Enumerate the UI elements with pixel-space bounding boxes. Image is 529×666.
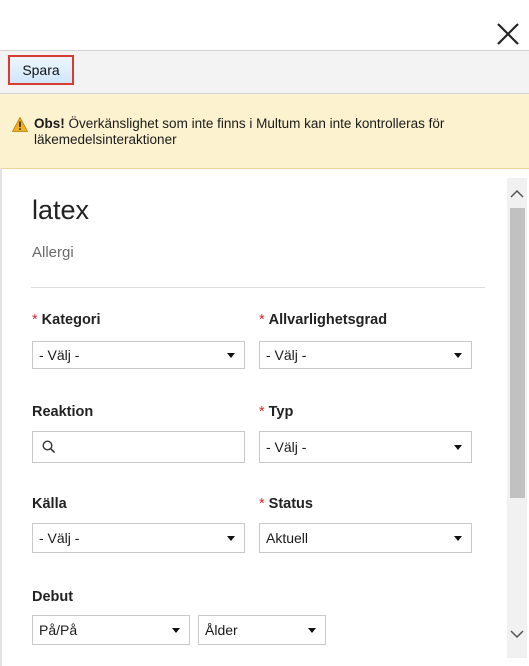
kalla-select[interactable]: - Välj - [32, 523, 245, 553]
required-marker: * [259, 496, 265, 512]
kategori-label-text: Kategori [41, 312, 101, 328]
page-title: latex [32, 195, 90, 225]
typ-label: * Typ [259, 404, 293, 420]
allvarlighetsgrad-value: - Välj - [266, 347, 307, 363]
warning-label: Obs! [34, 116, 65, 131]
warning-banner: Obs! Överkänslighet som inte finns i Mul… [0, 94, 529, 169]
typ-select[interactable]: - Välj - [259, 431, 472, 463]
reaktion-label: Reaktion [32, 404, 94, 420]
save-button[interactable]: Spara [8, 55, 74, 85]
chevron-down-icon [454, 353, 462, 358]
required-marker: * [259, 312, 265, 328]
kalla-label: Källa [32, 496, 67, 512]
allvarlighetsgrad-label: * Allvarlighetsgrad [259, 312, 387, 328]
status-value: Aktuell [266, 530, 309, 546]
status-label: * Status [259, 496, 313, 512]
reaktion-search-input[interactable] [32, 431, 245, 463]
typ-value: - Välj - [266, 439, 307, 455]
kategori-value: - Välj - [39, 347, 80, 363]
allvarlighetsgrad-select[interactable]: - Välj - [259, 341, 472, 369]
search-icon [42, 440, 56, 459]
chevron-up-icon[interactable] [508, 184, 526, 204]
scrollbar[interactable] [507, 178, 527, 658]
required-marker: * [32, 312, 38, 328]
scrollbar-thumb[interactable] [510, 208, 525, 498]
chevron-down-icon [454, 445, 462, 450]
required-marker: * [259, 404, 265, 420]
kalla-value: - Välj - [39, 530, 80, 546]
divider [31, 287, 485, 288]
toolbar: Spara [0, 50, 529, 94]
debut-unit-select[interactable]: Ålder [198, 615, 326, 645]
debut-label: Debut [32, 589, 74, 605]
chevron-down-icon [227, 536, 235, 541]
page-subtitle: Allergi [32, 244, 74, 261]
debut-precision-value: På/På [39, 622, 78, 638]
warning-message: Överkänslighet som inte finns i Multum k… [34, 116, 445, 147]
chevron-down-icon[interactable] [508, 624, 526, 644]
status-select[interactable]: Aktuell [259, 523, 472, 553]
debut-unit-value: Ålder [205, 622, 238, 638]
debut-precision-select[interactable]: På/På [32, 615, 190, 645]
warning-icon [11, 116, 29, 132]
kategori-label: * Kategori [32, 312, 100, 328]
chevron-down-icon [227, 353, 235, 358]
allvarlighetsgrad-label-text: Allvarlighetsgrad [268, 312, 388, 328]
chevron-down-icon [308, 628, 316, 633]
chevron-down-icon [172, 628, 180, 633]
left-border [0, 168, 2, 666]
kategori-select[interactable]: - Välj - [32, 341, 245, 369]
typ-label-text: Typ [268, 404, 294, 420]
close-icon[interactable] [492, 18, 524, 50]
chevron-down-icon [454, 536, 462, 541]
status-label-text: Status [268, 496, 313, 512]
warning-text: Obs! Överkänslighet som inte finns i Mul… [34, 116, 519, 148]
